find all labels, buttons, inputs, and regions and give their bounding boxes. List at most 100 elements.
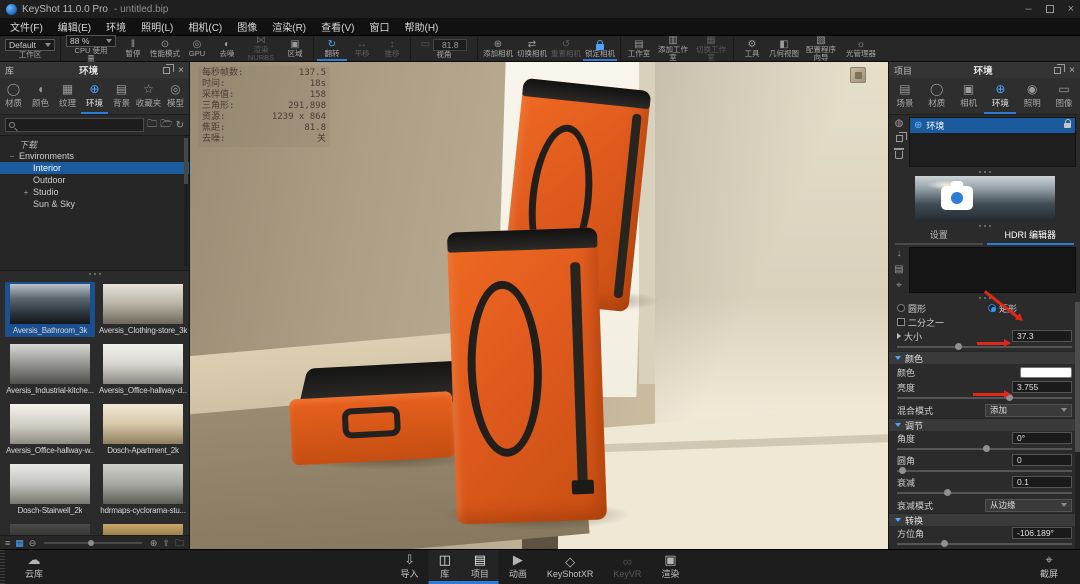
slider-handle[interactable] bbox=[941, 540, 948, 547]
menu-image[interactable]: 图像 bbox=[237, 19, 257, 34]
hdri-pin-canvas[interactable] bbox=[909, 247, 1076, 293]
folder-icon[interactable]: ▤ bbox=[894, 265, 903, 275]
reset-camera-button[interactable]: ↺重置相机 bbox=[549, 36, 583, 61]
library-folder-icon[interactable]: 🗀 bbox=[175, 538, 184, 548]
undock-icon[interactable] bbox=[1054, 67, 1061, 74]
tab-environment-settings[interactable]: 设置 bbox=[895, 229, 983, 245]
angle-field[interactable]: 0° bbox=[1012, 432, 1072, 444]
menu-camera[interactable]: 相机(C) bbox=[188, 19, 222, 34]
env-thumbnail[interactable]: Dosch-Apartment_2k bbox=[98, 402, 188, 457]
cloud-library-button[interactable]: ☁云库 bbox=[15, 550, 53, 584]
tools-button[interactable]: ⚙工具 bbox=[737, 36, 767, 61]
import-folder-icon[interactable]: 🗁 bbox=[160, 117, 172, 134]
switch-camera-button[interactable]: ⇄切换相机 bbox=[515, 36, 549, 61]
tree-item-sun-sky[interactable]: Sun & Sky bbox=[0, 198, 189, 210]
fov-control[interactable]: ▭ 81.8 视角 bbox=[414, 36, 474, 61]
tab-backplates[interactable]: ▤背景 bbox=[108, 81, 135, 114]
close-icon[interactable]: × bbox=[178, 66, 184, 75]
env-thumbnail[interactable] bbox=[98, 522, 188, 535]
tree-item-interior[interactable]: Interior bbox=[0, 162, 189, 174]
refresh-icon[interactable]: ↻ bbox=[176, 120, 184, 131]
minimize-button[interactable]: – bbox=[1025, 4, 1031, 14]
menu-window[interactable]: 窗口 bbox=[369, 19, 389, 34]
tab-materials[interactable]: ◯材质 bbox=[0, 81, 27, 114]
azimuth-field[interactable]: -106.189° bbox=[1012, 527, 1072, 539]
geometry-view-button[interactable]: ◧几何视图 bbox=[767, 36, 801, 61]
expander-icon[interactable] bbox=[897, 333, 901, 339]
close-button[interactable]: × bbox=[1068, 4, 1074, 14]
dolly-button[interactable]: ↕推移 bbox=[377, 36, 407, 61]
falloff-mode-select[interactable]: 从边缘 bbox=[985, 499, 1072, 512]
add-studio-button[interactable]: ▥添加工作室 bbox=[654, 36, 692, 61]
tab-favorites[interactable]: ☆收藏夹 bbox=[135, 81, 162, 114]
performance-mode-button[interactable]: ⊙性能模式 bbox=[148, 36, 182, 61]
color-swatch[interactable] bbox=[1020, 367, 1072, 378]
cpu-usage-selector[interactable]: 88 % CPU 使用量 bbox=[64, 36, 118, 61]
tree-scrollbar[interactable] bbox=[184, 138, 188, 266]
tab-environments[interactable]: ⊕环境 bbox=[81, 81, 108, 114]
menu-render[interactable]: 渲染(R) bbox=[272, 19, 306, 34]
studio-button[interactable]: ▤工作室 bbox=[624, 36, 654, 61]
maximize-button[interactable] bbox=[1046, 5, 1054, 13]
brightness-field[interactable]: 3.755 bbox=[1012, 381, 1072, 393]
env-thumbnail[interactable]: Aversis_Industrial-kitche... bbox=[5, 342, 95, 397]
lock-icon[interactable] bbox=[1064, 123, 1071, 128]
workspace-selector[interactable]: Default 工作区 bbox=[3, 36, 57, 61]
tree-item-environments[interactable]: −Environments bbox=[0, 150, 189, 162]
render-nurbs-button[interactable]: ⋈渲染NURBS bbox=[242, 36, 280, 61]
env-thumbnail[interactable]: Dosch-Stairwell_2k bbox=[5, 462, 95, 517]
add-folder-icon[interactable]: 🗀 bbox=[147, 117, 157, 134]
panel-scrollbar[interactable] bbox=[1075, 302, 1080, 549]
falloff-slider[interactable] bbox=[897, 489, 1072, 497]
half-checkbox-option[interactable]: 二分之一 bbox=[897, 316, 944, 329]
corner-field[interactable]: 0 bbox=[1012, 454, 1072, 466]
tab-lighting[interactable]: ◉照明 bbox=[1016, 81, 1048, 114]
realtime-viewport[interactable]: 每秒帧数:137.5 时间:18s 采样值:158 三角形:291,898 资源… bbox=[190, 62, 888, 549]
denoise-button[interactable]: ◐去噪 bbox=[212, 36, 242, 61]
env-thumbnail[interactable]: Aversis_Office-hallway-w... bbox=[5, 402, 95, 457]
env-thumbnail[interactable]: Aversis_Office-hallway-d... bbox=[98, 342, 188, 397]
azimuth-slider[interactable] bbox=[897, 540, 1072, 548]
slider-handle[interactable] bbox=[88, 540, 94, 546]
target-icon[interactable]: ⌖ bbox=[896, 281, 902, 291]
menu-environment[interactable]: 环境 bbox=[106, 19, 126, 34]
search-input[interactable] bbox=[18, 120, 140, 130]
region-button[interactable]: ▣区域 bbox=[280, 36, 310, 61]
tree-item-studio[interactable]: +Studio bbox=[0, 186, 189, 198]
tab-scene[interactable]: ▤场景 bbox=[889, 81, 921, 114]
slider-handle[interactable] bbox=[955, 343, 962, 350]
add-environment-icon[interactable]: ◍ bbox=[895, 119, 904, 129]
falloff-field[interactable]: 0.1 bbox=[1012, 476, 1072, 488]
tree-item-downloads[interactable]: 下载 bbox=[0, 138, 189, 150]
shape-circle-option[interactable]: 圆形 bbox=[897, 302, 926, 315]
tab-camera[interactable]: ▣相机 bbox=[953, 81, 985, 114]
lock-camera-button[interactable]: 锁定相机 bbox=[583, 36, 617, 61]
fov-value[interactable]: 81.8 bbox=[433, 39, 467, 51]
upload-icon[interactable]: ⇧ bbox=[162, 538, 170, 548]
list-view-icon[interactable]: ≡ bbox=[5, 538, 10, 548]
menu-lighting[interactable]: 照明(L) bbox=[141, 19, 173, 34]
animation-button[interactable]: ▶动画 bbox=[499, 550, 537, 584]
zoom-out-icon[interactable]: ⊖ bbox=[29, 538, 37, 548]
environment-list-item[interactable]: ⊕ 环境 bbox=[910, 118, 1075, 133]
pan-button[interactable]: ↔平移 bbox=[347, 36, 377, 61]
trash-icon[interactable] bbox=[895, 151, 903, 159]
tab-environment[interactable]: ⊕环境 bbox=[984, 81, 1016, 114]
env-thumbnail[interactable]: Aversis_Clothing-store_3k bbox=[98, 282, 188, 337]
menu-edit[interactable]: 编辑(E) bbox=[58, 19, 91, 34]
orange-case-lying[interactable] bbox=[287, 360, 467, 471]
tree-item-outdoor[interactable]: Outdoor bbox=[0, 174, 189, 186]
tab-colors[interactable]: ◖颜色 bbox=[27, 81, 54, 114]
ribbon-drag-handle[interactable] bbox=[0, 550, 5, 584]
light-manager-button[interactable]: ☼光管理器 bbox=[841, 36, 881, 61]
grid-view-icon[interactable]: ▦ bbox=[15, 538, 24, 548]
thumbnail-size-slider[interactable] bbox=[44, 542, 142, 544]
tab-image[interactable]: ▭图像 bbox=[1048, 81, 1080, 114]
render-button[interactable]: ▣渲染 bbox=[651, 550, 689, 584]
tab-textures[interactable]: ▦纹理 bbox=[54, 81, 81, 114]
duplicate-icon[interactable] bbox=[896, 135, 903, 142]
tumble-button[interactable]: ↻翻转 bbox=[317, 36, 347, 61]
menu-view[interactable]: 查看(V) bbox=[321, 19, 354, 34]
import-button[interactable]: ⇩导入 bbox=[391, 550, 429, 584]
close-icon[interactable]: × bbox=[1069, 66, 1075, 75]
